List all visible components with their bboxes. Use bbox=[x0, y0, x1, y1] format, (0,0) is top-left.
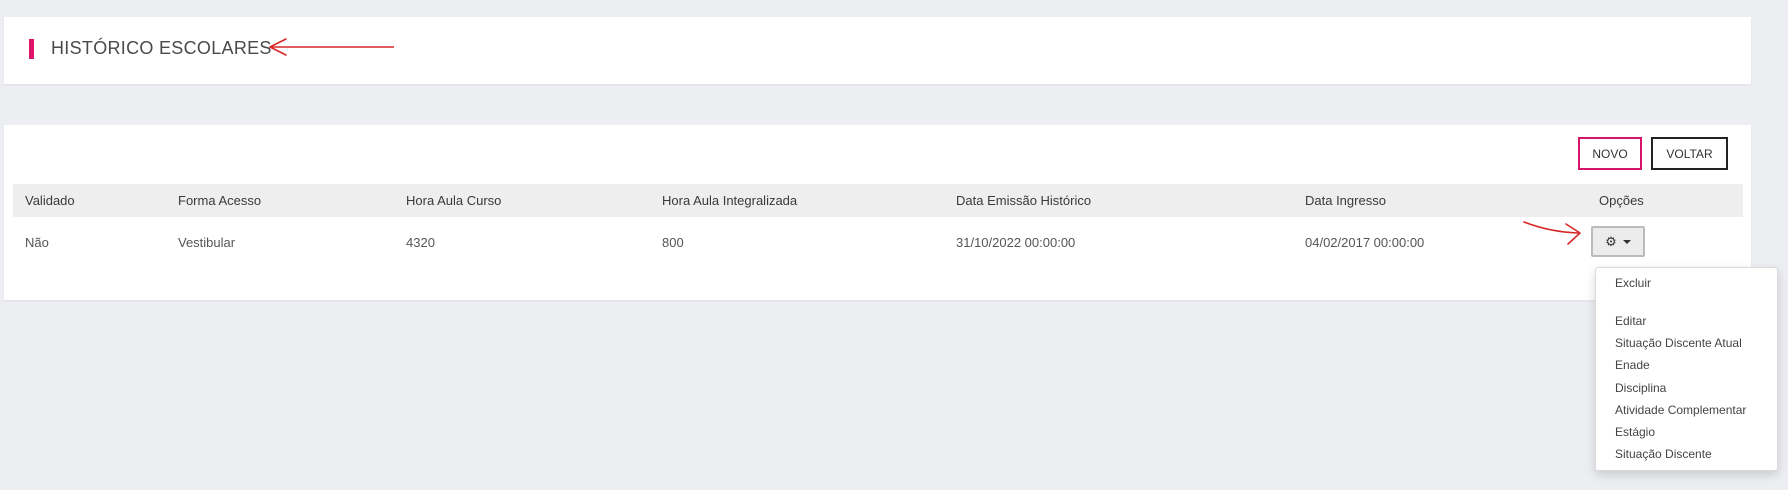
cell-hora-aula-curso: 4320 bbox=[406, 235, 435, 250]
annotation-arrow-options bbox=[1523, 221, 1581, 245]
menu-item-atividade-complementar[interactable]: Atividade Complementar bbox=[1615, 403, 1746, 417]
options-dropdown-menu: Excluir Editar Situação Discente Atual E… bbox=[1595, 267, 1778, 471]
menu-item-enade[interactable]: Enade bbox=[1615, 358, 1650, 372]
column-header-data-ingresso[interactable]: Data Ingresso bbox=[1305, 193, 1386, 208]
table-header: Validado Forma Acesso Hora Aula Curso Ho… bbox=[13, 184, 1743, 217]
cell-data-ingresso: 04/02/2017 00:00:00 bbox=[1305, 235, 1425, 250]
table-row: Não Vestibular 4320 800 31/10/2022 00:00… bbox=[13, 217, 1743, 267]
cell-hora-aula-integralizada: 800 bbox=[662, 235, 684, 250]
menu-item-editar[interactable]: Editar bbox=[1615, 314, 1646, 328]
voltar-button[interactable]: VOLTAR bbox=[1651, 137, 1728, 170]
menu-item-disciplina[interactable]: Disciplina bbox=[1615, 381, 1666, 395]
menu-item-excluir[interactable]: Excluir bbox=[1615, 276, 1651, 290]
column-header-opcoes: Opções bbox=[1599, 193, 1644, 208]
novo-button[interactable]: NOVO bbox=[1578, 137, 1642, 170]
menu-item-situacao-discente-atual[interactable]: Situação Discente Atual bbox=[1615, 336, 1742, 350]
annotation-arrow-title bbox=[269, 38, 394, 56]
historico-table-card: NOVO VOLTAR Validado Forma Acesso Hora A… bbox=[4, 125, 1751, 300]
column-header-forma-acesso[interactable]: Forma Acesso bbox=[178, 193, 261, 208]
menu-item-situacao-discente[interactable]: Situação Discente bbox=[1615, 447, 1712, 461]
page-title: HISTÓRICO ESCOLARES bbox=[51, 38, 272, 58]
header-accent-bar bbox=[29, 39, 34, 59]
caret-down-icon bbox=[1622, 239, 1631, 244]
cell-validado: Não bbox=[25, 235, 49, 250]
column-header-hora-aula-integralizada[interactable]: Hora Aula Integralizada bbox=[662, 193, 797, 208]
column-header-hora-aula-curso[interactable]: Hora Aula Curso bbox=[406, 193, 501, 208]
menu-item-estagio[interactable]: Estágio bbox=[1615, 425, 1655, 439]
cell-data-emissao: 31/10/2022 00:00:00 bbox=[956, 235, 1076, 250]
column-header-data-emissao[interactable]: Data Emissão Histórico bbox=[956, 193, 1091, 208]
column-header-validado[interactable]: Validado bbox=[25, 193, 75, 208]
cell-forma-acesso: Vestibular bbox=[178, 235, 236, 250]
options-dropdown-button[interactable]: ⚙ bbox=[1591, 226, 1645, 257]
gear-icon: ⚙ bbox=[1605, 234, 1617, 249]
